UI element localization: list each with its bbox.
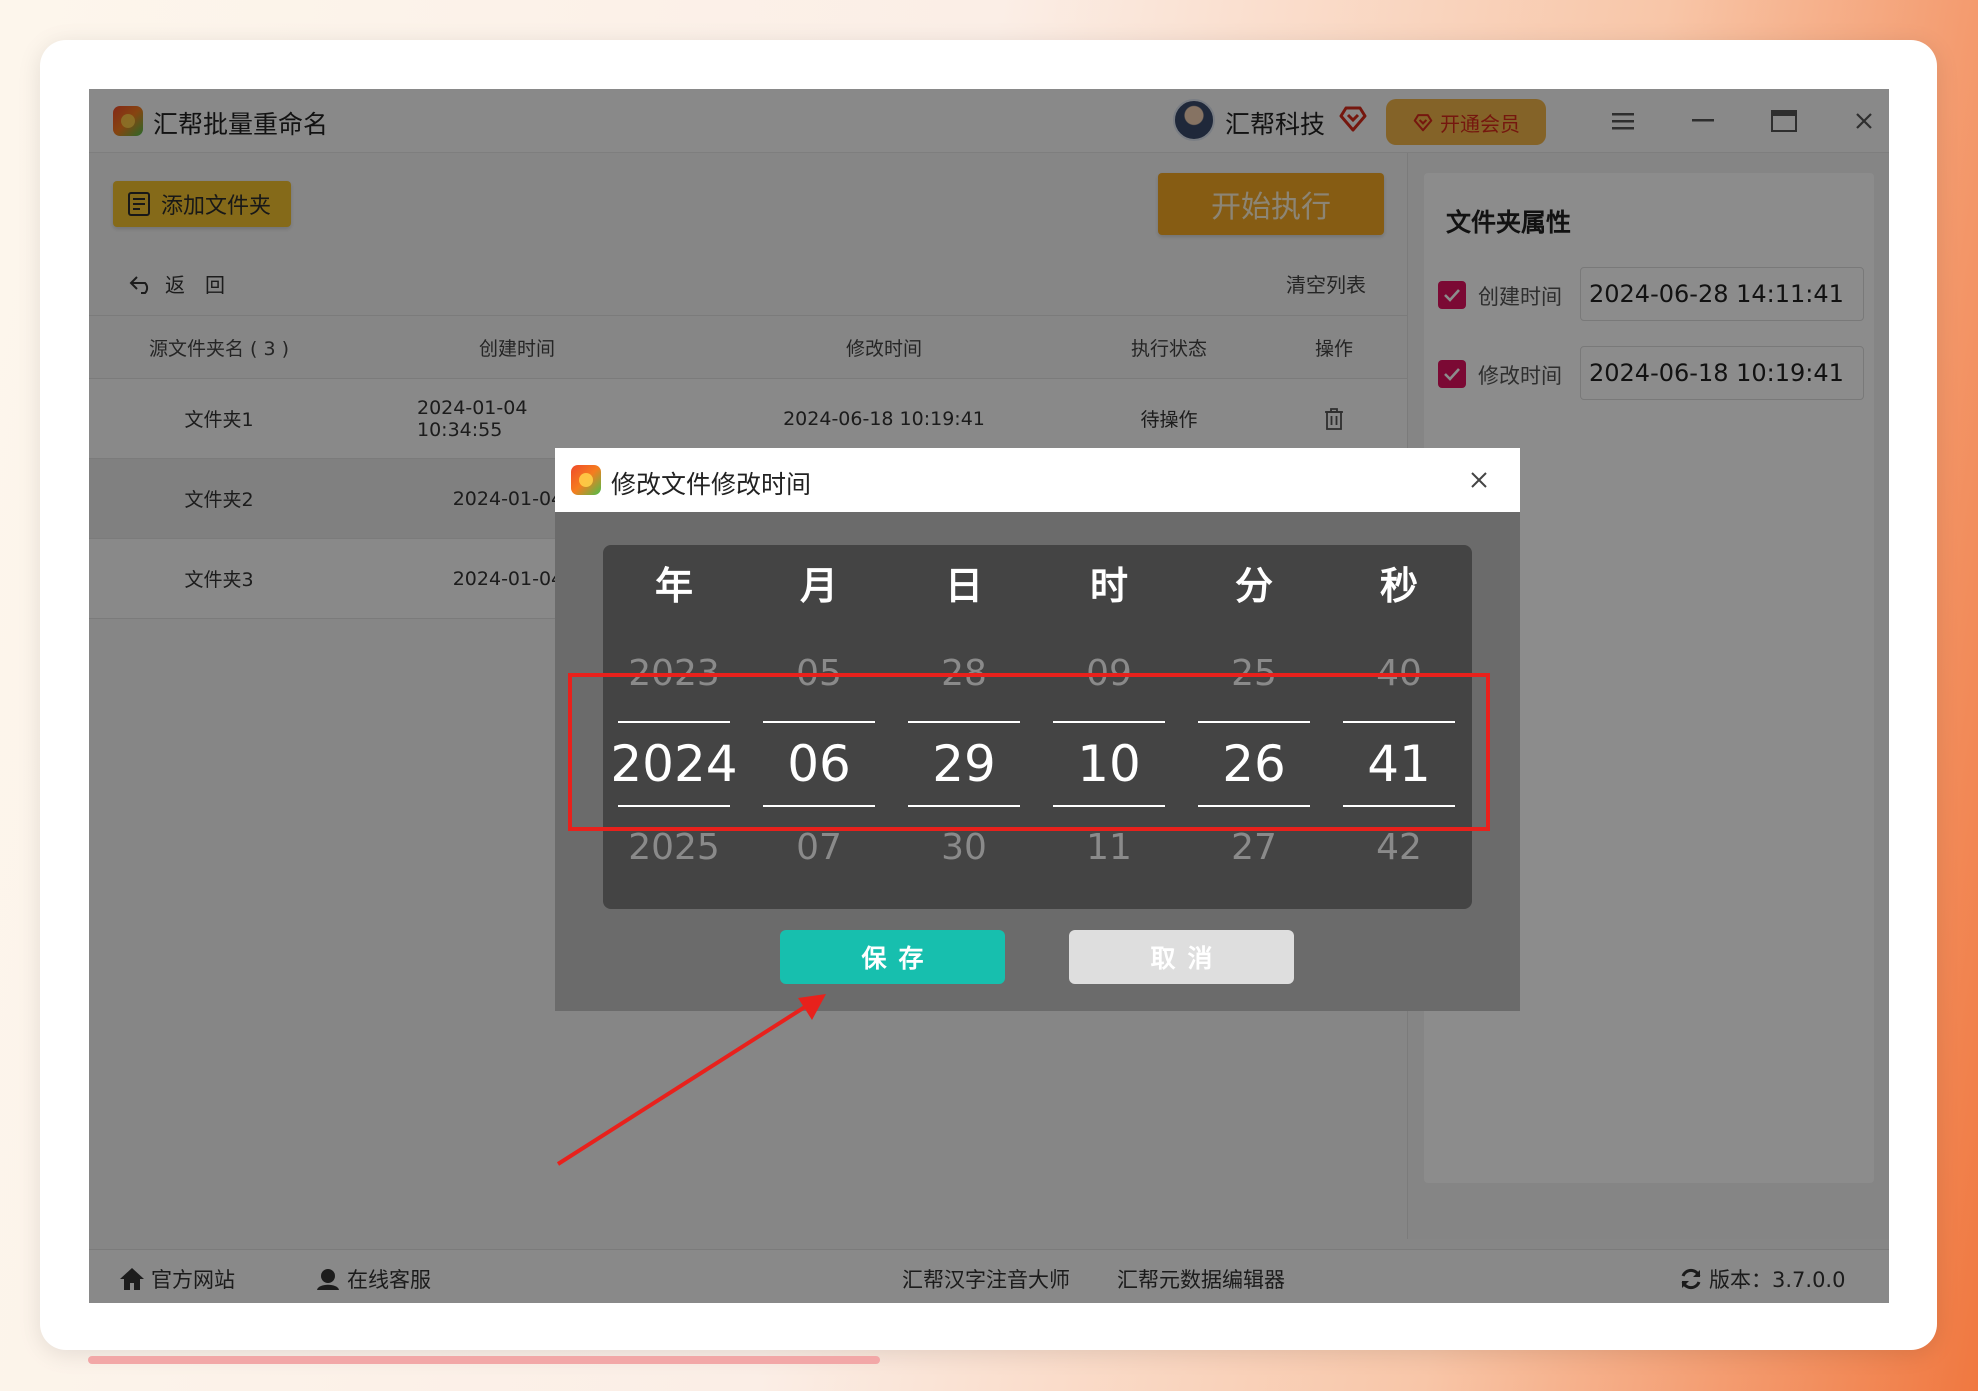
dialog-app-logo-icon — [571, 465, 601, 495]
day-header: 日 — [944, 564, 983, 608]
dialog-header: 修改文件修改时间 — [555, 448, 1520, 512]
minute-header: 分 — [1234, 564, 1273, 608]
modify-time-dialog: 修改文件修改时间 年 2023 2024 2025 月 05 06 07 日 2… — [555, 448, 1520, 1011]
second-header: 秒 — [1379, 564, 1418, 608]
year-column[interactable]: 年 2023 2024 2025 — [610, 545, 738, 909]
year-next[interactable]: 2025 — [618, 827, 730, 868]
month-current[interactable]: 06 — [763, 721, 875, 807]
second-next[interactable]: 42 — [1343, 827, 1455, 868]
dialog-close-button[interactable] — [1461, 462, 1497, 498]
hour-current[interactable]: 10 — [1053, 721, 1165, 807]
minute-current[interactable]: 26 — [1198, 721, 1310, 807]
day-prev[interactable]: 28 — [908, 653, 1020, 694]
year-prev[interactable]: 2023 — [618, 653, 730, 694]
day-column[interactable]: 日 28 29 30 — [908, 545, 1020, 909]
month-header: 月 — [799, 564, 838, 608]
hour-header: 时 — [1089, 564, 1128, 608]
second-column[interactable]: 秒 40 41 42 — [1343, 545, 1455, 909]
cancel-button[interactable]: 取消 — [1069, 930, 1294, 984]
second-current[interactable]: 41 — [1343, 721, 1455, 807]
month-next[interactable]: 07 — [763, 827, 875, 868]
scroll-indicator — [88, 1356, 880, 1364]
minute-next[interactable]: 27 — [1198, 827, 1310, 868]
hour-prev[interactable]: 09 — [1053, 653, 1165, 694]
hour-column[interactable]: 时 09 10 11 — [1053, 545, 1165, 909]
minute-column[interactable]: 分 25 26 27 — [1198, 545, 1310, 909]
second-prev[interactable]: 40 — [1343, 653, 1455, 694]
day-current[interactable]: 29 — [908, 721, 1020, 807]
dialog-title: 修改文件修改时间 — [611, 470, 812, 499]
save-button[interactable]: 保存 — [780, 930, 1005, 984]
month-column[interactable]: 月 05 06 07 — [763, 545, 875, 909]
datetime-picker: 年 2023 2024 2025 月 05 06 07 日 28 29 30 时… — [603, 545, 1472, 909]
month-prev[interactable]: 05 — [763, 653, 875, 694]
year-header: 年 — [654, 564, 693, 608]
day-next[interactable]: 30 — [908, 827, 1020, 868]
year-current[interactable]: 2024 — [610, 721, 738, 807]
hour-next[interactable]: 11 — [1053, 827, 1165, 868]
minute-prev[interactable]: 25 — [1198, 653, 1310, 694]
close-icon — [1471, 472, 1487, 488]
